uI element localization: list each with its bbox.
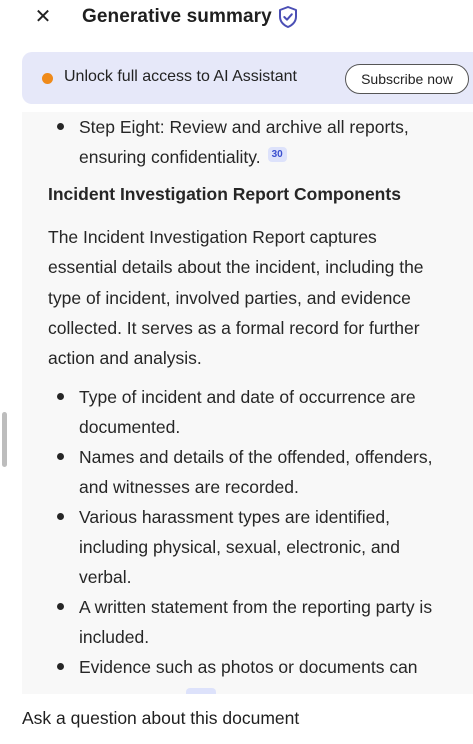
- list-item: Various harassment types are identified,…: [48, 502, 448, 592]
- citation-badge-partial[interactable]: [186, 688, 216, 694]
- panel-title: Generative summary: [82, 6, 272, 27]
- list-item: Names and details of the offended, offen…: [48, 442, 448, 502]
- summary-list-top: Step Eight: Review and archive all repor…: [48, 112, 448, 172]
- section-heading: Incident Investigation Report Components: [48, 184, 401, 204]
- ask-question-input[interactable]: Ask a question about this document: [22, 708, 299, 729]
- close-icon[interactable]: ✕: [32, 6, 54, 28]
- list-item-text: Step Eight: Review and archive all repor…: [79, 117, 409, 167]
- subscribe-now-button[interactable]: Subscribe now: [345, 64, 469, 94]
- scrollbar-thumb[interactable]: [2, 412, 7, 467]
- list-item: Type of incident and date of occurrence …: [48, 382, 448, 442]
- status-dot-icon: [42, 73, 53, 84]
- citation-badge[interactable]: 30: [267, 147, 287, 162]
- summary-list: Type of incident and date of occurrence …: [48, 382, 448, 682]
- list-item: Evidence such as photos or documents can: [48, 652, 448, 682]
- list-item: A written statement from the reporting p…: [48, 592, 448, 652]
- list-item: Step Eight: Review and archive all repor…: [48, 112, 448, 172]
- summary-content[interactable]: Step Eight: Review and archive all repor…: [22, 112, 473, 694]
- upgrade-banner: Unlock full access to AI Assistant Subsc…: [22, 52, 473, 104]
- shield-check-icon[interactable]: [277, 5, 299, 29]
- summary-paragraph: The Incident Investigation Report captur…: [48, 227, 424, 369]
- banner-message: Unlock full access to AI Assistant: [64, 68, 297, 85]
- panel-header: ✕ Generative summary: [0, 0, 473, 40]
